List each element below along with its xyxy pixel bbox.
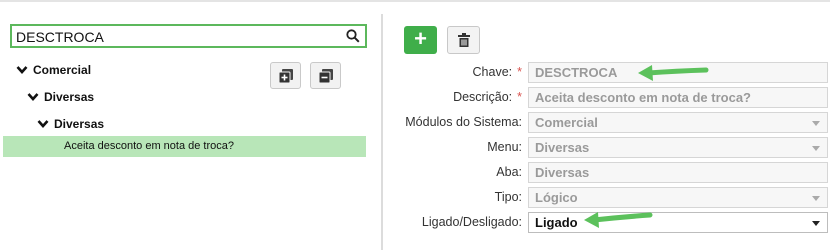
dropdown-caret-icon (812, 146, 820, 151)
dropdown-caret-icon (812, 221, 820, 226)
dropdown-caret-icon (812, 196, 820, 201)
modulos-select[interactable]: Comercial (528, 112, 828, 133)
expand-all-button[interactable] (270, 62, 301, 89)
tree-node-label: Diversas (44, 90, 95, 104)
ligado-value: Ligado (535, 215, 578, 230)
tipo-value: Lógico (535, 190, 578, 205)
delete-button[interactable] (447, 26, 480, 54)
tree-leaf-selected[interactable]: Aceita desconto em nota de troca? (3, 136, 366, 157)
collapse-all-button[interactable] (310, 62, 341, 89)
descricao-field[interactable]: Aceita desconto em nota de troca? (528, 87, 828, 108)
panel-divider (381, 14, 383, 250)
top-border (0, 0, 830, 2)
tree-node-label: Comercial (33, 63, 92, 77)
tree-node-diversas[interactable]: Diversas (27, 90, 94, 104)
tree-node-comercial[interactable]: Comercial (16, 63, 91, 77)
annotation-arrow-icon (584, 212, 653, 228)
descricao-label: Descrição: * (453, 90, 522, 104)
required-marker: * (517, 90, 522, 104)
tree-node-label: Diversas (54, 117, 105, 131)
modulos-value: Comercial (535, 115, 598, 130)
search-input[interactable] (16, 28, 341, 45)
chevron-down-icon (16, 64, 28, 74)
chave-value: DESCTROCA (535, 65, 618, 80)
plus-icon: + (414, 26, 427, 51)
tree-node-diversas-sub[interactable]: Diversas (37, 117, 104, 131)
search-icon[interactable] (346, 29, 360, 43)
add-button[interactable]: + (404, 26, 437, 54)
descricao-value: Aceita desconto em nota de troca? (535, 90, 751, 105)
tree-leaf-label: Aceita desconto em nota de troca? (64, 140, 234, 152)
aba-value: Diversas (535, 165, 590, 180)
chave-label: Chave: * (472, 65, 522, 79)
tipo-select[interactable]: Lógico (528, 187, 828, 208)
required-marker: * (517, 65, 522, 79)
chevron-down-icon (37, 118, 49, 128)
ligado-select[interactable]: Ligado (528, 212, 828, 233)
annotation-arrow-icon (638, 65, 709, 81)
aba-field[interactable]: Diversas (528, 162, 828, 183)
menu-value: Diversas (535, 140, 590, 155)
tipo-label: Tipo: (494, 190, 522, 204)
dropdown-caret-icon (812, 121, 820, 126)
menu-select[interactable]: Diversas (528, 137, 828, 158)
ligado-label: Ligado/Desligado: (421, 215, 522, 229)
search-box (10, 24, 367, 48)
modulos-label: Módulos do Sistema: (405, 115, 522, 129)
aba-label: Aba: (496, 165, 522, 179)
chevron-down-icon (27, 91, 39, 101)
menu-label: Menu: (487, 140, 522, 154)
